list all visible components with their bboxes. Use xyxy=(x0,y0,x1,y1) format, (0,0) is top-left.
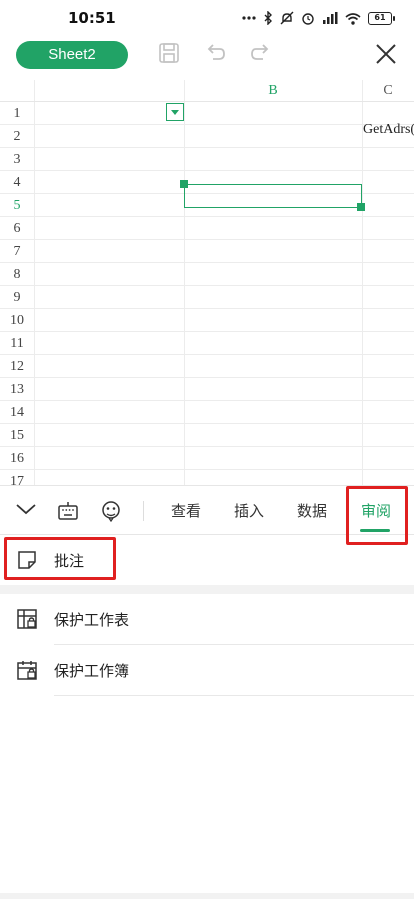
protect-sheet-icon xyxy=(17,609,37,629)
sheet-row[interactable]: 10 xyxy=(0,309,414,332)
selection-handle-bottom-right[interactable] xyxy=(357,203,365,211)
sheet-row[interactable]: 3 xyxy=(0,148,414,171)
undo-icon[interactable] xyxy=(204,42,226,64)
sheet-row[interactable]: 12 xyxy=(0,355,414,378)
sheet-row[interactable]: 14 xyxy=(0,401,414,424)
close-icon[interactable] xyxy=(374,42,398,66)
row-number[interactable]: 12 xyxy=(0,355,34,378)
section-gap xyxy=(0,585,414,594)
row-number[interactable]: 6 xyxy=(0,217,34,240)
cell-c2[interactable]: GetAdrs( xyxy=(363,122,414,138)
alarm-icon xyxy=(302,13,314,25)
menu-item-protect-sheet-label: 保护工作表 xyxy=(54,611,130,629)
selection-handle-top-left[interactable] xyxy=(180,180,188,188)
status-bar: 10:51 61 xyxy=(0,0,414,36)
row-number[interactable]: 16 xyxy=(0,447,34,470)
row-number[interactable]: 10 xyxy=(0,309,34,332)
tab-insert[interactable]: 插入 xyxy=(234,500,264,521)
row-number[interactable]: 11 xyxy=(0,332,34,355)
keyboard-icon[interactable] xyxy=(57,500,79,522)
row-number[interactable]: 2 xyxy=(0,125,34,148)
selected-cell-b5[interactable] xyxy=(184,184,362,208)
column-header-c[interactable]: C xyxy=(362,80,414,102)
column-header-b[interactable]: B xyxy=(184,80,362,102)
row-number[interactable]: 13 xyxy=(0,378,34,401)
tab-divider xyxy=(143,501,144,521)
row-number[interactable]: 15 xyxy=(0,424,34,447)
sheet-row[interactable]: 1 xyxy=(0,102,414,125)
collapse-chevron-icon[interactable] xyxy=(15,502,37,516)
filter-dropdown-button[interactable] xyxy=(166,103,184,121)
menu-item-protect-sheet[interactable]: 保护工作表 xyxy=(0,595,414,643)
menu-divider xyxy=(54,695,414,696)
sheet-row[interactable]: 13 xyxy=(0,378,414,401)
mute-icon xyxy=(280,11,294,25)
tab-view[interactable]: 查看 xyxy=(171,500,201,521)
row-number[interactable]: 14 xyxy=(0,401,34,424)
sheet-row[interactable]: 9 xyxy=(0,286,414,309)
protect-workbook-icon xyxy=(17,661,37,680)
sheet-row[interactable]: 8 xyxy=(0,263,414,286)
column-header-row: B C xyxy=(0,80,414,102)
menu-item-protect-workbook[interactable]: 保护工作簿 xyxy=(0,646,414,694)
dots-icon xyxy=(242,16,256,20)
emoji-icon[interactable] xyxy=(100,500,122,522)
tab-data[interactable]: 数据 xyxy=(297,500,327,521)
sheet-row[interactable]: 16 xyxy=(0,447,414,470)
status-time: 10:51 xyxy=(68,9,116,27)
menu-item-protect-workbook-label: 保护工作簿 xyxy=(54,662,130,680)
highlight-box-comment xyxy=(4,537,116,580)
sheet-row[interactable]: 6 xyxy=(0,217,414,240)
row-number[interactable]: 5 xyxy=(0,194,34,217)
sheet-row[interactable]: 15 xyxy=(0,424,414,447)
row-number[interactable]: 9 xyxy=(0,286,34,309)
spreadsheet-grid[interactable]: B C 1 2 3 4 5 6 7 8 9 10 11 12 13 14 15 16 17 GetAdrs( xyxy=(0,80,414,485)
bottom-strip xyxy=(0,893,414,899)
row-number[interactable]: 1 xyxy=(0,102,34,125)
row-number[interactable]: 3 xyxy=(0,148,34,171)
wifi-icon xyxy=(345,12,361,25)
battery-icon: 61 xyxy=(368,11,395,25)
ribbon-tab-bar: 查看 插入 数据 审阅 xyxy=(0,485,414,545)
save-icon[interactable] xyxy=(158,42,180,64)
sheet-row[interactable]: 2 xyxy=(0,125,414,148)
redo-icon[interactable] xyxy=(250,42,272,64)
row-number[interactable]: 17 xyxy=(0,470,34,485)
sheet-row[interactable]: 17 xyxy=(0,470,414,485)
sheet-row[interactable]: 11 xyxy=(0,332,414,355)
row-number[interactable]: 4 xyxy=(0,171,34,194)
bluetooth-icon xyxy=(264,11,272,25)
menu-divider xyxy=(54,644,414,645)
row-number[interactable]: 7 xyxy=(0,240,34,263)
sheet-row[interactable]: 7 xyxy=(0,240,414,263)
sheet-name-button[interactable]: Sheet2 xyxy=(16,41,128,69)
column-header-a[interactable] xyxy=(34,80,184,102)
signal-hd-icon xyxy=(323,12,338,24)
status-icons: 61 xyxy=(242,10,395,26)
top-toolbar: Sheet2 xyxy=(0,36,414,80)
row-number[interactable]: 8 xyxy=(0,263,34,286)
